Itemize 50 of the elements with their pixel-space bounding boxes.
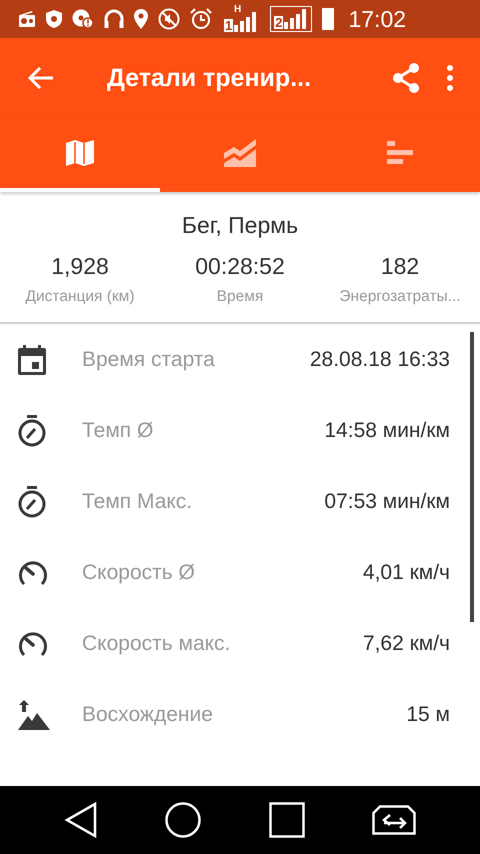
detail-value: 15 м: [406, 702, 450, 726]
sim-switch-icon: [372, 805, 416, 835]
location-icon: [134, 9, 148, 29]
detail-label: Время старта: [82, 348, 216, 372]
screen-title: Детали тренир...: [107, 64, 312, 92]
stat-value: 00:28:52: [195, 253, 285, 280]
detail-value: 4,01 км/ч: [362, 560, 450, 584]
mountain-icon: [18, 700, 50, 730]
more-icon: [446, 65, 454, 91]
stat-label: Дистанция (км): [25, 288, 134, 306]
alarm-icon: [190, 8, 212, 30]
headphones-icon: [104, 9, 124, 29]
detail-value: 14:58 мин/км: [324, 418, 450, 442]
share-icon: [392, 63, 420, 93]
map-icon: [66, 140, 94, 166]
shield-icon: [46, 10, 62, 28]
recents-button[interactable]: [268, 802, 305, 838]
square-icon: [268, 802, 305, 838]
detail-value: 7,62 км/ч: [362, 632, 450, 656]
stopwatch-icon: [18, 486, 46, 518]
detail-label: Темп Ø: [82, 418, 154, 442]
detail-label: Восхождение: [82, 702, 214, 726]
stat-label: Энергозатраты...: [339, 288, 461, 306]
sim-switch-button[interactable]: [372, 805, 416, 835]
stat-value: 182: [380, 253, 420, 280]
speedometer-icon: [18, 558, 48, 586]
mute-icon: [158, 8, 180, 30]
bar-chart-icon: [387, 141, 413, 165]
detail-label: Темп Макс.: [82, 490, 194, 514]
detail-value: 28.08.18 16:33: [310, 348, 450, 372]
stat-label: Время: [216, 288, 264, 306]
stat-value: 1,928: [51, 253, 109, 280]
area-chart-icon: [224, 139, 256, 167]
workout-title: Бег, Пермь: [182, 212, 298, 239]
status-time: 17:02: [348, 6, 406, 32]
detail-label: Скорость макс.: [82, 632, 232, 656]
circle-icon: [165, 802, 202, 838]
notification-icon: [72, 9, 94, 29]
stopwatch-icon: [18, 414, 46, 446]
back-arrow-icon: [28, 67, 54, 89]
back-nav-button[interactable]: [64, 802, 98, 838]
radio-icon: [18, 11, 36, 27]
home-button[interactable]: [165, 802, 202, 838]
detail-label: Скорость Ø: [82, 560, 196, 584]
calendar-icon: [18, 344, 46, 374]
signal-icon: 2: [270, 6, 312, 32]
speedometer-icon: [18, 630, 48, 658]
triangle-icon: [64, 802, 98, 838]
detail-value: 07:53 мин/км: [324, 490, 450, 514]
battery-icon: [322, 8, 334, 30]
